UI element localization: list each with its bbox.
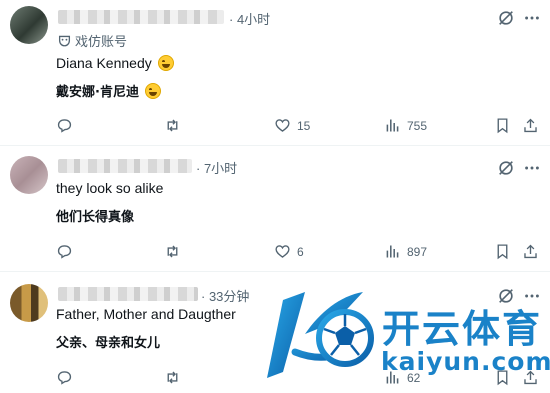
views-icon [386,245,399,258]
bookmark-icon [497,244,508,260]
author-name-blurred[interactable] [58,287,198,301]
post-time[interactable]: · 7小时 [196,158,237,177]
author-name-blurred[interactable] [58,159,192,173]
grok-icon[interactable] [497,159,515,177]
repost-button[interactable] [164,243,187,260]
avatar[interactable] [10,6,48,44]
post-1[interactable]: · 4小时 戏仿账号 Diana Kennedy 戴安娜·肯尼迪 15 755 [0,0,550,145]
post-text-line-1: Diana Kennedy [56,55,174,71]
post-text-line-1: they look so alike [56,180,164,196]
grok-icon[interactable] [497,9,515,27]
reply-button[interactable] [56,117,79,134]
post-text-line-2: 父亲、母亲和女儿 [56,336,161,351]
repost-icon [167,245,178,258]
avatar[interactable] [10,156,48,194]
reply-icon [57,371,72,385]
reply-icon [57,245,72,259]
reply-button[interactable] [56,369,79,386]
author-name-blurred[interactable] [58,10,224,24]
post-time[interactable]: · 4小时 [229,9,270,28]
views-button[interactable]: 755 [384,117,427,134]
post-text-line-2: 他们长得真像 [56,210,135,225]
views-button[interactable]: 897 [384,243,427,260]
reply-icon [57,119,72,133]
share-icon [524,118,537,133]
action-bar: 15 755 [0,117,550,137]
watermark-brand-cn: 开云体育 [382,307,543,351]
repost-icon [167,119,178,132]
parody-badge-label: 戏仿账号 [75,34,128,49]
repost-button[interactable] [164,117,187,134]
like-button[interactable]: 15 [274,117,310,134]
grinning-emoji-icon [144,82,161,99]
avatar[interactable] [10,284,48,322]
mask-icon [58,35,71,47]
bookmark-icon [497,118,508,134]
more-icon[interactable] [523,159,541,177]
repost-button[interactable] [164,369,187,386]
action-bar: 6 897 [0,243,550,263]
like-icon [275,119,290,132]
watermark-brand-en: kaiyun.com [381,347,550,376]
share-button[interactable] [522,243,539,260]
share-icon [524,244,537,259]
parody-badge: 戏仿账号 [58,31,127,50]
grinning-emoji-icon [157,55,174,71]
post-time[interactable]: · 33分钟 [201,286,249,305]
reply-button[interactable] [56,243,79,260]
share-button[interactable] [522,117,539,134]
repost-icon [167,371,178,384]
post-text-line-1: Father, Mother and Daugther [56,306,236,322]
views-icon [386,119,399,132]
bookmark-button[interactable] [494,243,511,260]
like-button[interactable]: 6 [274,243,304,260]
bookmark-button[interactable] [494,117,511,134]
post-text-line-2: 戴安娜·肯尼迪 [56,81,161,100]
like-icon [275,245,290,258]
more-icon[interactable] [523,9,541,27]
